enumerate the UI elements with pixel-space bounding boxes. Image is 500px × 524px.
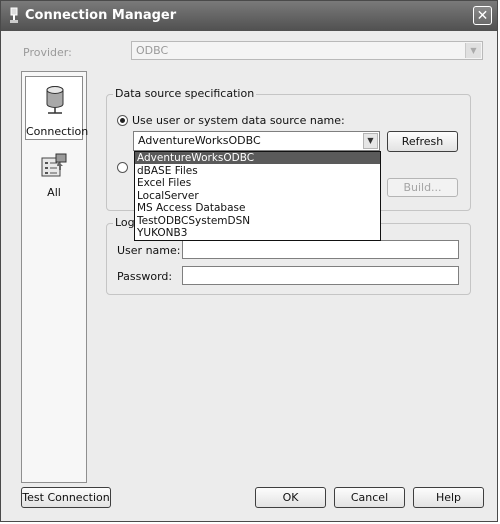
cancel-button[interactable]: Cancel xyxy=(334,487,405,508)
help-button[interactable]: Help xyxy=(413,487,484,508)
password-input[interactable] xyxy=(182,266,459,285)
username-label: User name: xyxy=(117,244,181,257)
dsn-option[interactable]: MS Access Database xyxy=(135,202,380,214)
dsn-option[interactable]: dBASE Files xyxy=(135,165,380,177)
dsn-dropdown-list[interactable]: AdventureWorksODBC dBASE Files Excel Fil… xyxy=(134,151,381,241)
data-source-legend: Data source specification xyxy=(113,87,257,100)
password-label: Password: xyxy=(117,270,173,283)
database-cylinder-icon xyxy=(46,86,64,114)
close-button[interactable]: ✕ xyxy=(473,6,492,25)
username-input[interactable] xyxy=(182,240,459,259)
refresh-button[interactable]: Refresh xyxy=(387,131,458,152)
test-connection-button[interactable]: Test Connection xyxy=(21,487,111,508)
nav-label-all: All xyxy=(47,186,61,199)
title-bar[interactable]: Connection Manager ✕ xyxy=(1,1,497,31)
dsn-option[interactable]: Excel Files xyxy=(135,177,380,189)
properties-list-icon xyxy=(41,153,67,177)
dsn-selected-value: AdventureWorksODBC xyxy=(138,134,261,147)
nav-label-connection: Connection xyxy=(26,125,89,138)
plug-icon xyxy=(10,7,18,23)
dsn-dropdown[interactable]: AdventureWorksODBC ▼ xyxy=(133,131,380,151)
dsn-option[interactable]: AdventureWorksODBC xyxy=(135,152,380,164)
dsn-option[interactable]: YUKONB3 xyxy=(135,227,380,239)
dsn-option[interactable]: TestODBCSystemDSN xyxy=(135,215,380,227)
connection-manager-dialog: Connection Manager ✕ Provider: ODBC ▼ Co… xyxy=(0,0,498,522)
provider-value: ODBC xyxy=(136,44,169,57)
nav-item-connection[interactable]: Connection xyxy=(25,76,89,140)
connection-string-radio[interactable] xyxy=(117,162,128,173)
use-dsn-label[interactable]: Use user or system data source name: xyxy=(132,114,345,127)
dsn-option[interactable]: LocalServer xyxy=(135,190,380,202)
nav-item-all[interactable]: All xyxy=(25,148,83,212)
chevron-down-icon[interactable]: ▼ xyxy=(465,43,481,58)
page-selector-pane: Connection All xyxy=(21,71,89,483)
ok-button[interactable]: OK xyxy=(255,487,326,508)
build-button[interactable]: Build... xyxy=(387,178,458,197)
chevron-down-icon[interactable]: ▼ xyxy=(363,133,378,149)
use-dsn-radio[interactable] xyxy=(117,115,128,126)
window-title: Connection Manager xyxy=(25,8,177,23)
provider-label: Provider: xyxy=(23,46,72,59)
provider-dropdown[interactable]: ODBC ▼ xyxy=(131,41,483,60)
